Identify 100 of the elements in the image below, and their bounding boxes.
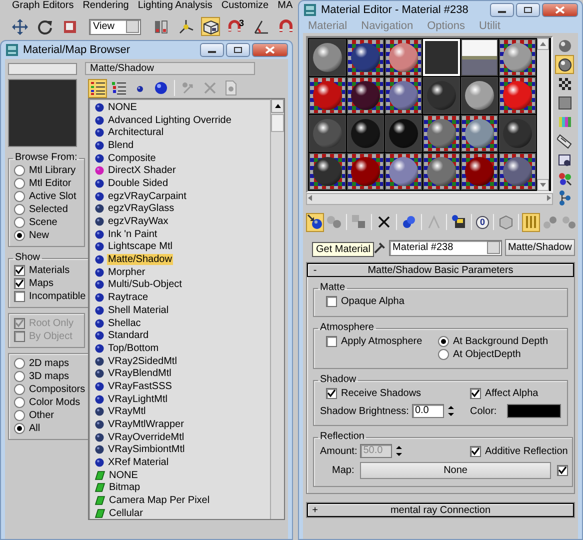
checkbox[interactable] — [326, 388, 337, 399]
menu-item[interactable]: Rendering — [82, 0, 129, 13]
spinner-field[interactable]: 0.0 — [412, 404, 444, 418]
list-view-button[interactable] — [88, 78, 107, 98]
list-item[interactable]: Lightscape Mtl — [95, 240, 270, 254]
list-item[interactable]: egzVRayGlass — [95, 202, 270, 216]
radio-button[interactable] — [14, 165, 25, 176]
list-item[interactable]: Top/Bottom — [95, 342, 270, 355]
list-item[interactable]: Blend — [95, 139, 270, 152]
show-end-result-button[interactable] — [522, 212, 540, 232]
list-item[interactable]: Architectural — [95, 126, 270, 140]
list-item[interactable]: Cellular — [95, 507, 270, 520]
radio-button[interactable] — [14, 191, 25, 202]
name-field[interactable] — [8, 62, 77, 74]
spheres-icon — [556, 170, 572, 186]
rollout-header[interactable]: + mental ray Connection — [307, 503, 574, 517]
checkbox[interactable] — [14, 265, 25, 276]
list-item[interactable]: egzVRayCarpaint — [95, 190, 270, 202]
radio-button[interactable] — [14, 384, 25, 395]
radio-button[interactable] — [14, 397, 25, 408]
checkbox[interactable] — [556, 465, 568, 476]
radio-button[interactable] — [14, 178, 25, 189]
scrollbar[interactable] — [537, 38, 549, 191]
close-button[interactable] — [252, 43, 288, 57]
nodes-icon — [542, 214, 558, 230]
list-item[interactable]: Advanced Lighting Override — [95, 114, 270, 126]
scrollbar[interactable] — [306, 193, 553, 205]
radio-button[interactable] — [438, 349, 449, 360]
menu-item[interactable]: MA — [278, 0, 293, 13]
rollout-header[interactable]: - Matte/Shadow Basic Parameters — [307, 263, 574, 277]
radio-button[interactable] — [14, 217, 25, 228]
assign-icon — [351, 214, 367, 230]
minimize-button[interactable] — [490, 3, 514, 17]
list-item[interactable]: Bitmap — [95, 482, 270, 494]
menu-item[interactable]: Customize — [221, 0, 269, 13]
view-dropdown[interactable]: View — [89, 18, 141, 34]
radio-label: Compositors — [29, 384, 86, 395]
list-item[interactable]: Multi/Sub-Object — [95, 278, 270, 292]
minimize-button[interactable] — [200, 43, 224, 57]
list-item[interactable]: Standard — [95, 329, 270, 342]
checkbox[interactable] — [14, 278, 25, 289]
radio-button[interactable] — [14, 230, 25, 241]
show-map-button[interactable] — [497, 212, 515, 232]
list-item[interactable]: VRayMtlWrapper — [95, 418, 270, 431]
list-item[interactable]: VRaySimbiontMtl — [95, 444, 270, 456]
list-item[interactable]: Composite — [95, 152, 270, 164]
list-item[interactable]: VRayLightMtl — [95, 392, 270, 406]
list-item[interactable]: Shellac — [95, 316, 270, 330]
delete-icon — [202, 80, 218, 96]
checkbox[interactable] — [326, 336, 337, 347]
move-tool-button[interactable] — [10, 17, 29, 36]
backlight-button[interactable] — [555, 55, 574, 74]
map-button[interactable]: None — [360, 462, 551, 479]
radio-label: At ObjectDepth — [453, 349, 521, 360]
checkbox[interactable] — [326, 296, 337, 307]
menu-item[interactable]: Lighting Analysis — [138, 0, 212, 13]
scrollbar-thumb[interactable] — [271, 114, 284, 132]
list-item[interactable]: VRayBlendMtl — [95, 367, 270, 380]
material-type-button[interactable]: Matte/Shadow — [504, 239, 575, 256]
list-item[interactable]: VRayFastSSS — [95, 380, 270, 393]
checkbox-label: Materials — [29, 265, 70, 276]
scrollbar[interactable] — [270, 99, 284, 519]
snap-button[interactable]: 3 — [226, 17, 245, 36]
snap-toggle-button[interactable] — [201, 17, 220, 36]
checkbox[interactable] — [470, 388, 481, 399]
checkbox-label: Additive Reflection — [485, 446, 568, 456]
list-item[interactable]: NONE — [95, 101, 270, 114]
list-item[interactable]: Shell Material — [95, 304, 270, 317]
list-item[interactable]: Camera Map Per Pixel — [95, 494, 270, 507]
list-item[interactable]: Ink 'n Paint — [95, 228, 270, 241]
list-item[interactable]: NONE — [95, 468, 270, 482]
material-name-dropdown[interactable]: Material #238 — [388, 240, 502, 256]
list-item[interactable]: Raytrace — [95, 291, 270, 304]
radio-button[interactable] — [438, 336, 449, 347]
maximize-button[interactable] — [516, 3, 540, 17]
list-item[interactable]: Matte/Shadow — [95, 253, 270, 266]
close-button[interactable] — [542, 3, 578, 17]
radio-button[interactable] — [14, 410, 25, 421]
checkbox[interactable] — [470, 446, 481, 456]
radio-button[interactable] — [14, 358, 25, 369]
radio-label: Other — [29, 410, 54, 421]
material-sample-slot[interactable] — [461, 39, 498, 76]
list-item[interactable]: egzVRayWax — [95, 215, 270, 228]
checkbox[interactable] — [14, 291, 25, 302]
radio-button[interactable] — [14, 423, 25, 434]
color-swatch[interactable] — [506, 404, 561, 418]
list-item[interactable]: Morpher — [95, 266, 270, 279]
list-item[interactable]: VRayMtl — [95, 406, 270, 418]
list-item[interactable]: XRef Material — [95, 456, 270, 469]
maximize-button[interactable] — [226, 43, 250, 57]
group-label: Shadow — [319, 374, 358, 386]
list-item[interactable]: DirectX Shader — [95, 164, 270, 178]
radio-button[interactable] — [14, 204, 25, 215]
list-item[interactable]: VRay2SidedMtl — [95, 354, 270, 368]
type-field: Matte/Shadow — [85, 62, 255, 75]
list-item[interactable]: VRayOverrideMtl — [95, 430, 270, 444]
menu-item[interactable]: Graph Editors — [12, 0, 74, 13]
radio-button[interactable] — [14, 371, 25, 382]
list-item[interactable]: Double Sided — [95, 177, 270, 190]
get-material-button[interactable] — [306, 212, 324, 232]
